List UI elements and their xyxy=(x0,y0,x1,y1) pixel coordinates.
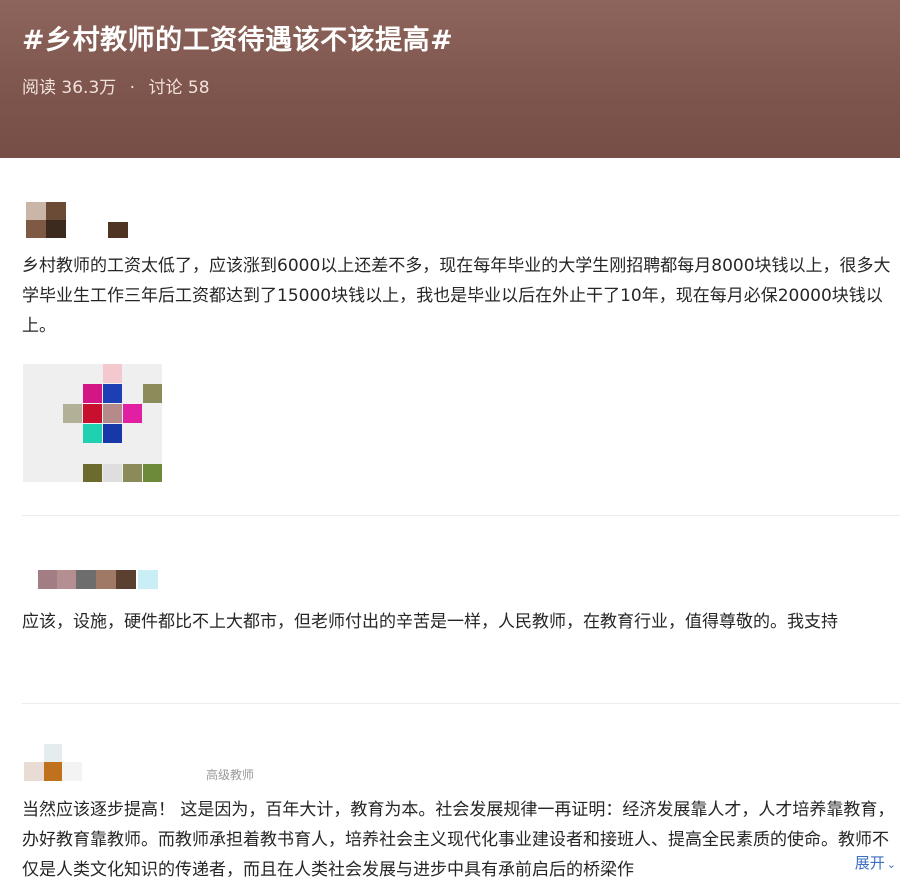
comments-count: 58 xyxy=(187,78,210,98)
reads-label: 阅读 xyxy=(22,78,56,98)
stats-separator: · xyxy=(129,78,136,98)
post-text: 当然应该逐步提高！ 这是因为，百年大计，教育为本。社会发展规律一再证明：经济发展… xyxy=(22,800,895,880)
expand-button[interactable]: 展开 ⌄ xyxy=(830,852,896,873)
reads-count: 36.3万 xyxy=(61,78,117,98)
post-text: 乡村教师的工资太低了，应该涨到6000以上还差不多，现在每年毕业的大学生刚招聘都… xyxy=(22,256,891,336)
topic-header: #乡村教师的工资待遇该不该提高# 阅读 36.3万 · 讨论 58 xyxy=(0,0,900,158)
topic-stats: 阅读 36.3万 · 讨论 58 xyxy=(22,73,210,98)
comments-label: 讨论 xyxy=(148,78,183,98)
teacher-badge: 高级教师 xyxy=(206,768,255,782)
chevron-down-icon: ⌄ xyxy=(886,858,896,871)
post-text: 应该，设施，硬件都比不上大都市，但老师付出的辛苦是一样，人民教师，在教育行业，值… xyxy=(22,612,838,632)
post-divider xyxy=(22,703,900,704)
post-divider xyxy=(22,515,900,516)
topic-title: #乡村教师的工资待遇该不该提高# xyxy=(22,25,454,56)
expand-label: 展开 xyxy=(854,854,885,872)
username-blurred[interactable] xyxy=(108,222,128,238)
